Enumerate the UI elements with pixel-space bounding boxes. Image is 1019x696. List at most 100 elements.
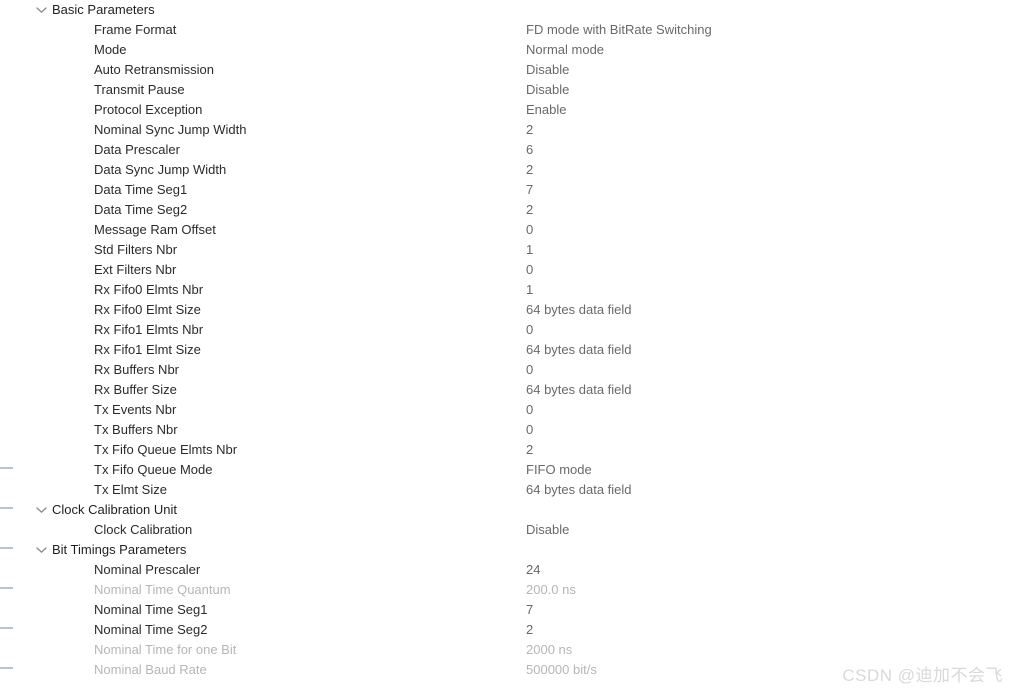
tree-row[interactable]: Mode Normal mode <box>28 40 1019 60</box>
parameter-value[interactable]: 0 <box>526 420 533 440</box>
parameter-label: Tx Events Nbr <box>94 402 177 417</box>
parameter-value[interactable]: 2 <box>526 620 533 640</box>
parameter-value[interactable]: FD mode with BitRate Switching <box>526 20 712 40</box>
tree-row[interactable]: Data Time Seg2 2 <box>28 200 1019 220</box>
parameter-value[interactable]: 24 <box>526 560 540 580</box>
chevron-down-icon[interactable] <box>36 500 48 520</box>
parameter-label: Tx Fifo Queue Mode <box>94 462 213 477</box>
chevron-down-icon[interactable] <box>36 0 48 20</box>
parameter-value[interactable]: Disable <box>526 60 569 80</box>
parameter-value[interactable]: Enable <box>526 100 566 120</box>
parameter-label: Mode <box>94 42 127 57</box>
tree-row[interactable]: Nominal Time Seg1 7 <box>28 600 1019 620</box>
parameter-value[interactable]: 64 bytes data field <box>526 380 632 400</box>
parameter-label: Tx Fifo Queue Elmts Nbr <box>94 442 238 457</box>
parameter-label: Protocol Exception <box>94 102 203 117</box>
parameter-value[interactable]: Normal mode <box>526 40 604 60</box>
parameter-label: Ext Filters Nbr <box>94 262 177 277</box>
gutter-tick-4 <box>0 627 13 629</box>
chevron-down-icon[interactable] <box>36 540 48 560</box>
tree-row[interactable]: Tx Elmt Size 64 bytes data field <box>28 480 1019 500</box>
tree-row[interactable]: Data Sync Jump Width 2 <box>28 160 1019 180</box>
parameter-value[interactable]: 2 <box>526 200 533 220</box>
tree-group-label: Bit Timings Parameters <box>52 542 187 557</box>
tree-row[interactable]: Rx Buffer Size 64 bytes data field <box>28 380 1019 400</box>
tree-row[interactable]: Message Ram Offset 0 <box>28 220 1019 240</box>
tree-row[interactable]: Data Time Seg1 7 <box>28 180 1019 200</box>
gutter-tick-5 <box>0 667 13 669</box>
parameter-label: Nominal Time for one Bit <box>94 642 237 657</box>
parameter-value: 200.0 ns <box>526 582 576 597</box>
parameter-label: Transmit Pause <box>94 82 185 97</box>
parameter-value[interactable]: 0 <box>526 360 533 380</box>
tree-row[interactable]: Tx Buffers Nbr 0 <box>28 420 1019 440</box>
tree-row[interactable]: Rx Fifo1 Elmts Nbr 0 <box>28 320 1019 340</box>
parameter-label: Nominal Time Seg2 <box>94 622 208 637</box>
chevron-down-icon <box>36 7 47 13</box>
tree-row[interactable]: Rx Fifo0 Elmts Nbr 1 <box>28 280 1019 300</box>
parameter-label: Nominal Time Quantum <box>94 582 231 597</box>
tree-row[interactable]: Tx Fifo Queue Elmts Nbr 2 <box>28 440 1019 460</box>
parameter-value: 500000 bit/s <box>526 662 597 677</box>
parameter-label: Clock Calibration <box>94 522 193 537</box>
tree-row[interactable]: Nominal Prescaler 24 <box>28 560 1019 580</box>
parameter-value[interactable]: 2 <box>526 160 533 180</box>
parameter-value[interactable]: 2 <box>526 120 533 140</box>
tree-row[interactable]: Data Prescaler 6 <box>28 140 1019 160</box>
tree-row[interactable]: Nominal Time Seg2 2 <box>28 620 1019 640</box>
parameter-value[interactable]: 7 <box>526 180 533 200</box>
parameter-value: 2000 ns <box>526 642 573 657</box>
parameter-label: Frame Format <box>94 22 177 37</box>
parameter-label: Nominal Time Seg1 <box>94 602 208 617</box>
parameter-value[interactable]: 1 <box>526 240 533 260</box>
gutter-tick-3 <box>0 587 13 589</box>
tree-row[interactable]: Rx Buffers Nbr 0 <box>28 360 1019 380</box>
parameter-value[interactable]: Disable <box>526 80 569 100</box>
tree-row[interactable]: Tx Events Nbr 0 <box>28 400 1019 420</box>
parameter-label: Nominal Sync Jump Width <box>94 122 247 137</box>
parameter-value[interactable]: 0 <box>526 400 533 420</box>
tree-group-clock-calibration-unit[interactable]: Clock Calibration Unit <box>28 500 1019 520</box>
parameter-label: Nominal Baud Rate <box>94 662 207 677</box>
parameter-label: Nominal Prescaler <box>94 562 201 577</box>
tree-group-label: Clock Calibration Unit <box>52 502 177 517</box>
parameter-tree: Basic Parameters Frame Format FD mode with… <box>28 0 1019 696</box>
parameter-value[interactable]: 1 <box>526 280 533 300</box>
parameter-value[interactable]: 0 <box>526 320 533 340</box>
parameter-label: Rx Fifo0 Elmt Size <box>94 302 201 317</box>
parameter-value[interactable]: 64 bytes data field <box>526 480 632 500</box>
parameter-value[interactable]: 0 <box>526 220 533 240</box>
tree-group-bit-timings-parameters[interactable]: Bit Timings Parameters <box>28 540 1019 560</box>
parameter-value[interactable]: 0 <box>526 260 533 280</box>
tree-row: Nominal Time for one Bit 2000 ns <box>28 640 1019 660</box>
parameter-label: Tx Elmt Size <box>94 482 167 497</box>
tree-row[interactable]: Rx Fifo0 Elmt Size 64 bytes data field <box>28 300 1019 320</box>
parameter-value[interactable]: 2 <box>526 440 533 460</box>
tree-group-basic-parameters[interactable]: Basic Parameters <box>28 0 1019 20</box>
tree-row[interactable]: Nominal Sync Jump Width 2 <box>28 120 1019 140</box>
parameter-value[interactable]: 7 <box>526 600 533 620</box>
parameter-value[interactable]: Disable <box>526 520 569 540</box>
parameter-value[interactable]: FIFO mode <box>526 460 592 480</box>
tree-row[interactable]: Transmit Pause Disable <box>28 80 1019 100</box>
tree-row[interactable]: Rx Fifo1 Elmt Size 64 bytes data field <box>28 340 1019 360</box>
tree-row[interactable]: Clock Calibration Disable <box>28 520 1019 540</box>
tree-row[interactable]: Ext Filters Nbr 0 <box>28 260 1019 280</box>
parameter-value[interactable]: 6 <box>526 140 533 160</box>
tree-row[interactable]: Frame Format FD mode with BitRate Switchi… <box>28 20 1019 40</box>
parameter-label: Rx Fifo0 Elmts Nbr <box>94 282 204 297</box>
tree-row[interactable]: Tx Fifo Queue Mode FIFO mode <box>28 460 1019 480</box>
parameter-label: Rx Fifo1 Elmt Size <box>94 342 201 357</box>
tree-row[interactable]: Auto Retransmission Disable <box>28 60 1019 80</box>
tree-group-label: Basic Parameters <box>52 2 155 17</box>
parameter-value[interactable]: 64 bytes data field <box>526 300 632 320</box>
parameter-label: Message Ram Offset <box>94 222 216 237</box>
parameter-label: Data Sync Jump Width <box>94 162 227 177</box>
vertical-scrollbar-track[interactable] <box>18 0 46 696</box>
gutter-tick-0 <box>0 467 13 469</box>
tree-row[interactable]: Std Filters Nbr 1 <box>28 240 1019 260</box>
parameter-label: Rx Buffers Nbr <box>94 362 180 377</box>
tree-row[interactable]: Protocol Exception Enable <box>28 100 1019 120</box>
parameter-label: Data Prescaler <box>94 142 180 157</box>
parameter-value[interactable]: 64 bytes data field <box>526 340 632 360</box>
